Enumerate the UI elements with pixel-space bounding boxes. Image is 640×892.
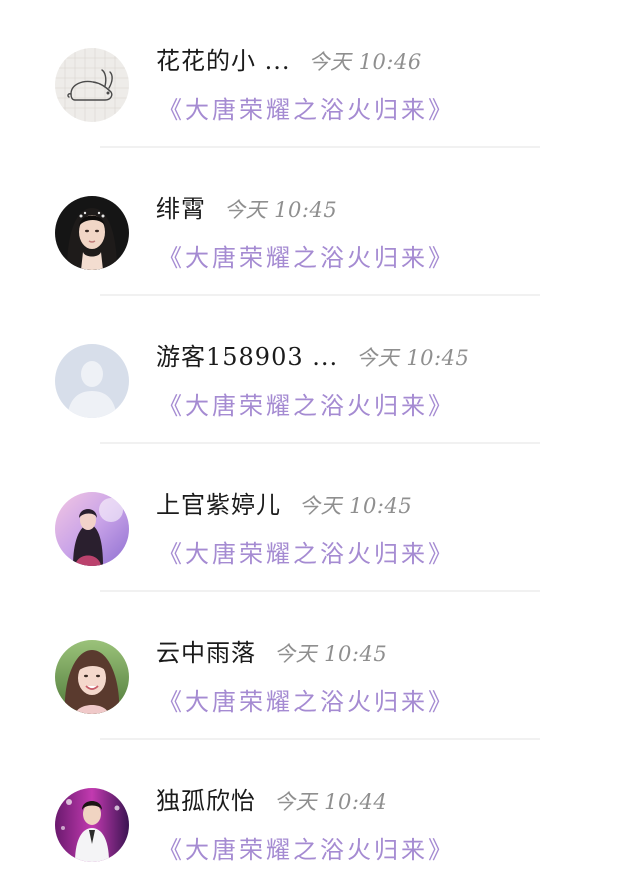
- rabbit-sketch-icon: [55, 48, 129, 122]
- pink-photo-avatar[interactable]: [55, 492, 129, 566]
- comment-header: 游客158903 ... 今天 10:45: [156, 340, 469, 374]
- man-white-suit-avatar[interactable]: [55, 788, 129, 862]
- comment-time: 今天 10:45: [224, 198, 338, 222]
- user-name[interactable]: 花花的小 ...: [156, 47, 291, 75]
- comment-time: 今天 10:46: [308, 50, 422, 74]
- woman-smiling-icon: [55, 640, 129, 714]
- woman-smiling-avatar[interactable]: [55, 640, 129, 714]
- default-user-avatar[interactable]: [55, 344, 129, 418]
- comment-item[interactable]: 游客158903 ... 今天 10:45 《大唐荣耀之浴火归来》: [0, 296, 640, 444]
- user-name[interactable]: 云中雨落: [156, 639, 256, 667]
- comment-list: 花花的小 ... 今天 10:46 《大唐荣耀之浴火归来》 绯霄 今天 10:4…: [0, 0, 640, 892]
- user-name[interactable]: 绯霄: [156, 195, 206, 223]
- comment-time: 今天 10:45: [299, 494, 413, 518]
- comment-time: 今天 10:45: [274, 642, 388, 666]
- comment-header: 绯霄 今天 10:45: [156, 192, 337, 226]
- comment-item[interactable]: 独孤欣怡 今天 10:44 《大唐荣耀之浴火归来》: [0, 740, 640, 888]
- comment-header: 独孤欣怡 今天 10:44: [156, 784, 387, 818]
- user-name[interactable]: 独孤欣怡: [156, 787, 256, 815]
- comment-text: 《大唐荣耀之浴火归来》: [158, 244, 455, 272]
- comment-item[interactable]: 绯霄 今天 10:45 《大唐荣耀之浴火归来》: [0, 148, 640, 296]
- comment-time: 今天 10:45: [356, 346, 470, 370]
- comment-text: 《大唐荣耀之浴火归来》: [158, 836, 455, 864]
- comment-item[interactable]: 上官紫婷儿 今天 10:45 《大唐荣耀之浴火归来》: [0, 444, 640, 592]
- man-white-suit-icon: [55, 788, 129, 862]
- pink-photo-icon: [55, 492, 129, 566]
- rabbit-sketch-avatar[interactable]: [55, 48, 129, 122]
- comment-item[interactable]: 云中雨落 今天 10:45 《大唐荣耀之浴火归来》: [0, 592, 640, 740]
- comment-text: 《大唐荣耀之浴火归来》: [158, 540, 455, 568]
- comment-text: 《大唐荣耀之浴火归来》: [158, 392, 455, 420]
- woman-portrait-avatar[interactable]: [55, 196, 129, 270]
- comment-time: 今天 10:44: [274, 790, 388, 814]
- comment-text: 《大唐荣耀之浴火归来》: [158, 96, 455, 124]
- user-name[interactable]: 游客158903 ...: [156, 343, 338, 371]
- user-silhouette-icon: [55, 344, 129, 418]
- woman-portrait-icon: [55, 196, 129, 270]
- comment-text: 《大唐荣耀之浴火归来》: [158, 688, 455, 716]
- comment-header: 花花的小 ... 今天 10:46: [156, 44, 422, 78]
- comment-item[interactable]: 花花的小 ... 今天 10:46 《大唐荣耀之浴火归来》: [0, 0, 640, 148]
- comment-header: 云中雨落 今天 10:45: [156, 636, 387, 670]
- comment-header: 上官紫婷儿 今天 10:45: [156, 488, 412, 522]
- user-name[interactable]: 上官紫婷儿: [156, 491, 281, 519]
